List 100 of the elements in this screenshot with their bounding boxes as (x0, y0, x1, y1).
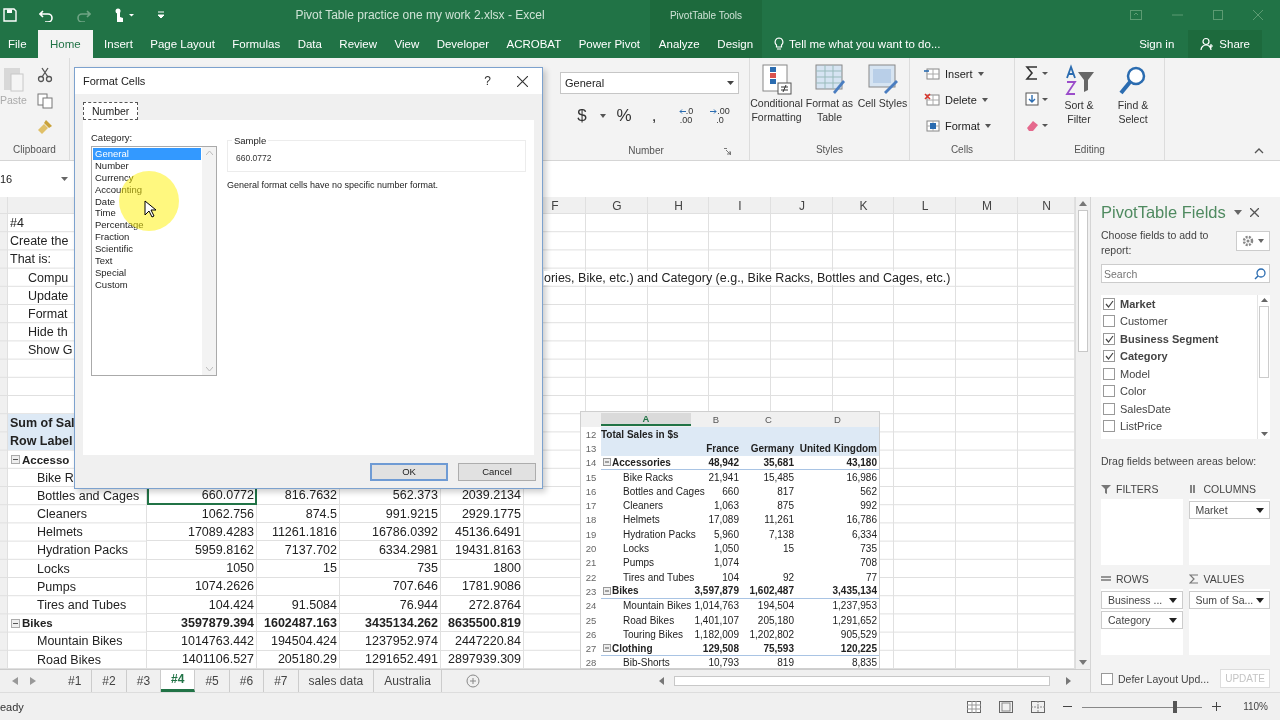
field-label[interactable]: Business Segment (1120, 332, 1219, 345)
value-cell[interactable]: 16786.0392 (340, 523, 441, 542)
dialog-tab[interactable]: Number (83, 102, 139, 120)
increase-decimal-button[interactable]: .0 .00 (672, 107, 700, 125)
value-cell[interactable]: 17089.4283 (147, 523, 257, 542)
ribbon-tab[interactable]: Insert (98, 30, 139, 58)
category-item[interactable]: Currency (93, 171, 201, 184)
help-button[interactable]: ? (484, 74, 491, 88)
slider-thumb[interactable] (1172, 700, 1177, 713)
number-format-button[interactable]: , (642, 106, 666, 126)
value-cell[interactable]: 194504.424 (257, 632, 340, 651)
ribbon-tab[interactable]: Page Layout (144, 30, 221, 58)
styles-button[interactable]: Conditional Formatting (750, 62, 803, 142)
value-cell[interactable]: 19431.8163 (441, 541, 524, 560)
find-select-button[interactable]: Find & Select (1109, 64, 1157, 142)
tell-me-search[interactable]: Tell me what you want to do... (789, 38, 941, 50)
dialog-button[interactable]: Cancel (458, 462, 536, 481)
scroll-right-icon[interactable] (1066, 676, 1071, 685)
sheet-tab[interactable]: #4 (161, 669, 196, 692)
previous-sheet-icon[interactable] (12, 676, 18, 685)
name-box[interactable]: 16 (0, 173, 70, 185)
scroll-down-icon[interactable] (1079, 659, 1087, 665)
close-icon[interactable] (1249, 208, 1259, 217)
close-icon[interactable] (517, 75, 528, 87)
checkbox[interactable] (1103, 315, 1115, 328)
value-cell[interactable]: 6334.2981 (340, 541, 441, 560)
scroll-left-icon[interactable] (659, 676, 664, 685)
value-cell[interactable]: 5959.8162 (147, 541, 257, 560)
value-cell[interactable]: 991.9215 (340, 505, 441, 524)
cells-button[interactable]: Delete (924, 90, 1014, 110)
add-sheet-icon[interactable] (465, 673, 480, 688)
value-cell[interactable]: 7137.702 (257, 541, 340, 560)
value-cell[interactable]: 1602487.163 (257, 614, 340, 633)
scroll-up-icon[interactable] (1079, 201, 1087, 206)
value-cell[interactable]: 1237952.974 (340, 632, 441, 651)
category-item[interactable]: Date (93, 195, 201, 208)
category-item[interactable]: Fraction (93, 231, 201, 244)
column-header[interactable]: K (859, 198, 868, 213)
field-list-scrollbar[interactable] (1257, 295, 1270, 439)
ribbon-tab[interactable]: Formulas (226, 30, 287, 58)
scroll-down-icon[interactable] (1260, 432, 1268, 436)
tools-button[interactable] (1236, 231, 1270, 251)
field-chip[interactable]: Business ... (1101, 591, 1183, 609)
value-cell[interactable]: 8635500.819 (441, 614, 524, 633)
caret-icon[interactable] (600, 114, 606, 118)
value-cell[interactable]: 1062.756 (147, 505, 257, 524)
zoom-level[interactable]: 110% (1243, 701, 1268, 712)
scrollbar-thumb[interactable] (674, 675, 1050, 686)
redo-icon[interactable] (76, 8, 91, 22)
caret-icon[interactable] (1233, 210, 1242, 215)
eraser-icon[interactable] (1025, 118, 1049, 132)
cells-button[interactable]: Insert (924, 64, 1014, 84)
category-item[interactable]: Special (93, 266, 201, 279)
number-format-dropdown[interactable]: General (560, 72, 739, 94)
field-label[interactable]: Color (1120, 385, 1147, 398)
field-chip[interactable]: Market (1188, 501, 1270, 519)
drop-area[interactable]: Business ... Category (1101, 589, 1183, 655)
field-chip[interactable]: Sum of Sa... (1188, 591, 1270, 609)
field-label[interactable]: Market (1120, 297, 1156, 310)
checkbox[interactable] (1103, 420, 1115, 433)
value-cell[interactable]: 45136.6491 (441, 523, 524, 542)
checkbox[interactable] (1103, 297, 1115, 310)
field-label[interactable]: SalesDate (1120, 402, 1171, 415)
fill-down-icon[interactable] (1025, 92, 1049, 106)
scrollbar-thumb[interactable] (1078, 210, 1088, 352)
copy-icon[interactable] (36, 93, 53, 109)
checkbox[interactable] (1101, 672, 1113, 685)
ribbon-tab[interactable]: ACROBAT (500, 30, 568, 58)
ribbon-tab[interactable]: Power Pivot (572, 30, 646, 58)
sort-filter-button[interactable]: Sort & Filter (1055, 64, 1103, 142)
scissors-icon[interactable] (36, 67, 53, 83)
value-cell[interactable]: 2447220.84 (441, 632, 524, 651)
ribbon-tab[interactable]: Review (333, 30, 384, 58)
page-layout-icon[interactable] (999, 700, 1014, 713)
number-format-button[interactable]: % (612, 106, 636, 126)
value-cell[interactable]: 11261.1816 (257, 523, 340, 542)
customize-caret-icon[interactable] (157, 11, 165, 19)
collapse-ribbon-icon[interactable] (1254, 148, 1264, 154)
column-header[interactable]: F (551, 198, 559, 213)
autosum-icon[interactable] (1025, 66, 1049, 80)
undo-icon[interactable] (39, 8, 54, 22)
ribbon-tab[interactable]: Developer (430, 30, 496, 58)
checkbox[interactable] (1103, 367, 1115, 380)
zoom-in-icon[interactable] (1212, 702, 1222, 711)
share-button[interactable]: Share (1188, 30, 1262, 58)
scroll-up-icon[interactable] (1260, 298, 1268, 302)
next-sheet-icon[interactable] (30, 676, 36, 685)
column-header[interactable]: I (738, 198, 742, 213)
page-break-icon[interactable] (1031, 700, 1046, 713)
field-label[interactable]: Customer (1120, 315, 1168, 328)
column-header[interactable]: G (612, 198, 622, 213)
column-header[interactable]: M (982, 198, 992, 213)
value-cell[interactable]: 874.5 (257, 505, 340, 524)
field-label[interactable]: Category (1120, 350, 1168, 363)
scrollbar-thumb[interactable] (1259, 306, 1269, 378)
number-format-button[interactable]: $ (570, 106, 594, 126)
drop-area[interactable]: Sum of Sa... (1188, 589, 1270, 655)
touch-mode-icon[interactable] (113, 8, 135, 22)
styles-button[interactable]: Cell Styles (856, 62, 909, 142)
field-label[interactable]: ListPrice (1120, 420, 1163, 433)
